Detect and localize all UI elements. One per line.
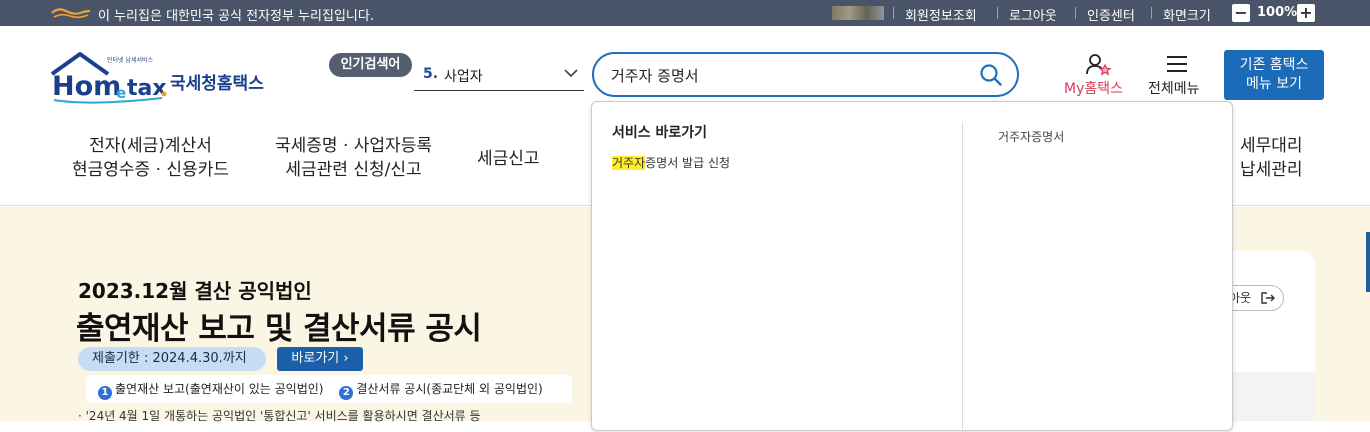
user-star-icon — [1086, 54, 1112, 76]
hero-title: 출연재산 보고 및 결산서류 공시 — [76, 311, 482, 347]
filing-item-1: 출연재산 보고(출연재산이 있는 공익법인) — [115, 382, 324, 396]
svg-text:Hom: Hom — [52, 71, 121, 102]
svg-text:e: e — [116, 84, 126, 102]
search-icon[interactable] — [979, 63, 1003, 87]
user-name-blurred — [832, 6, 884, 20]
autocomplete-section-title: 서비스 바로가기 — [612, 125, 708, 141]
autocomplete-keyword-item[interactable]: 거주자증명서 — [998, 128, 1064, 145]
cert-center-link[interactable]: 인증센터 — [1087, 5, 1135, 24]
all-menu-label: 전체메뉴 — [1148, 81, 1200, 97]
autocomplete-highlight: 거주자 — [612, 156, 646, 170]
number-1-icon: 1 — [98, 386, 112, 400]
chevron-down-icon — [564, 69, 578, 78]
logo-brand-name: 국세청홈택스 — [170, 74, 264, 94]
gov-notice-text: 이 누리집은 대한민국 공식 전자정부 누리집입니다. — [98, 9, 374, 24]
old-hometax-line2: 메뉴 보기 — [1246, 76, 1302, 92]
side-quick-tab[interactable] — [1366, 232, 1370, 292]
popular-search-badge: 인기검색어 — [329, 53, 412, 77]
my-hometax-label: My홈택스 — [1064, 81, 1124, 97]
nav-item-tax-filing[interactable]: 세금신고 — [477, 147, 540, 171]
all-menu-button[interactable]: 전체메뉴 — [1146, 52, 1210, 98]
search-autocomplete-panel: 서비스 바로가기 거주자증명서 발급 신청 거주자증명서 — [591, 101, 1233, 432]
zoom-out-button[interactable]: − — [1232, 4, 1250, 22]
go-button[interactable]: 바로가기 › — [277, 347, 363, 371]
number-2-icon: 2 — [339, 386, 354, 400]
logout-link[interactable]: 로그아웃 — [1009, 5, 1057, 24]
filing-items-box: 1 출연재산 보고(출연재산이 있는 공익법인) 2 결산서류 공시(종교단체 외 … — [86, 375, 572, 403]
hamburger-menu-icon — [1167, 56, 1187, 72]
search-box[interactable] — [592, 52, 1019, 97]
zoom-in-button[interactable]: + — [1297, 4, 1315, 22]
old-hometax-line1: 기존 홈택스 — [1239, 57, 1309, 73]
popular-keyword-text: 사업자 — [444, 69, 483, 85]
logout-icon — [1261, 292, 1275, 304]
popular-keyword-rank: 5. — [423, 66, 439, 82]
nav-item-tax-agent[interactable]: 세무대리 납세관리 — [1240, 134, 1303, 182]
search-input[interactable] — [611, 63, 951, 87]
deadline-badge: 제출기한 : 2024.4.30.까지 — [78, 347, 266, 371]
filing-item-2: 결산서류 공시(종교단체 외 공익법인) — [356, 382, 543, 396]
egov-logo-icon — [51, 8, 91, 19]
member-info-link[interactable]: 회원정보조회 — [905, 5, 977, 24]
zoom-value: 100% — [1257, 5, 1298, 20]
popular-keyword-select[interactable]: 5. 사업자 — [414, 58, 584, 91]
logo-tagline: 인터넷 납세서비스 — [107, 57, 154, 64]
hero-note: · '24년 4월 1일 개통하는 공익법인 '통합신고' 서비스를 활용하시면… — [78, 409, 481, 423]
nav-item-e-invoice[interactable]: 전자(세금)계산서 현금영수증 · 신용카드 — [72, 134, 229, 182]
my-hometax-button[interactable]: My홈택스 — [1062, 52, 1136, 98]
gov-notice-bar: 이 누리집은 대한민국 공식 전자정부 누리집입니다. 회원정보조회 로그아웃 … — [0, 0, 1370, 26]
screen-size-label: 화면크기 — [1163, 9, 1211, 24]
nav-item-certificates[interactable]: 국세증명 · 사업자등록 세금관련 신청/신고 — [275, 134, 432, 182]
old-hometax-menu-button[interactable]: 기존 홈택스 메뉴 보기 — [1224, 50, 1324, 100]
autocomplete-result-item[interactable]: 거주자증명서 발급 신청 — [612, 154, 730, 171]
hometax-logo[interactable]: Hom e tax 인터넷 납세서비스 국세청홈택스 — [50, 50, 265, 106]
hero-subtitle: 2023.12월 결산 공익법인 — [78, 279, 312, 303]
